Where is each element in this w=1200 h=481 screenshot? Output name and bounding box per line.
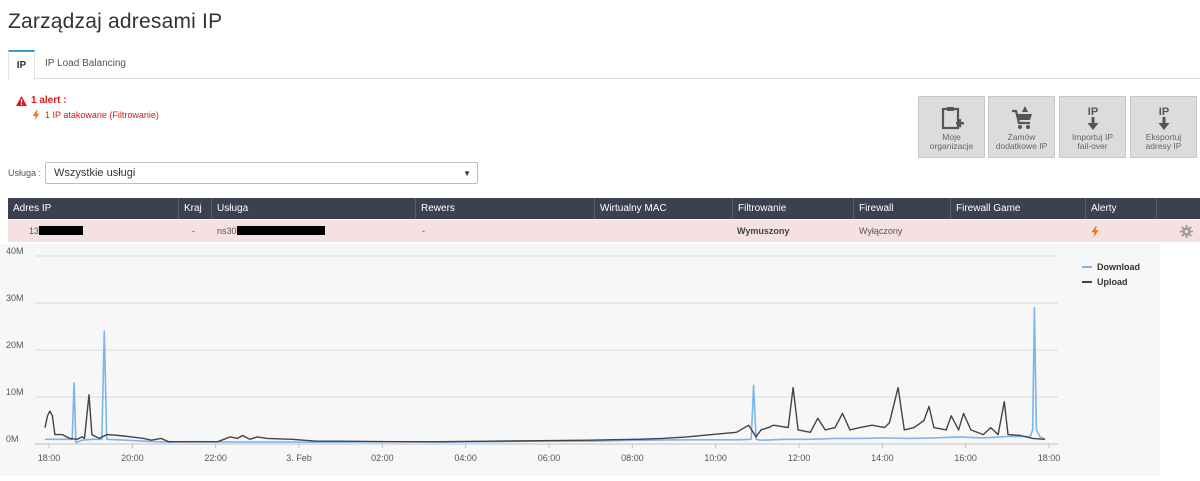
alert-message-text: 1 IP atakowane (Filtrowanie) <box>45 110 159 120</box>
y-tick-label: 30M <box>6 293 24 303</box>
service-filter-label: Usługa : <box>8 168 42 178</box>
service-prefix: ns30 <box>217 226 237 236</box>
x-tick-label: 18:00 <box>1038 453 1061 463</box>
ip-address-prefix: 13 <box>29 226 40 236</box>
import-ip-icon: IP <box>1087 106 1098 130</box>
traffic-chart: 0M 10M 20M 30M 40M 18:00 20:00 22:00 3. Feb 02:00… <box>0 244 1160 476</box>
legend-item-download[interactable]: Download <box>1082 262 1140 272</box>
x-tick-label: 16:00 <box>954 453 977 463</box>
traffic-chart-svg: 0M 10M 20M 30M 40M 18:00 20:00 22:00 3. Feb 02:00… <box>6 246 1061 463</box>
alert-message[interactable]: 1 IP atakowane (Filtrowanie) <box>32 110 159 120</box>
bolt-icon <box>1091 226 1099 237</box>
legend-item-upload[interactable]: Upload <box>1082 277 1140 287</box>
column-ip-address[interactable]: Adres IP <box>8 198 179 219</box>
legend-swatch-download <box>1082 266 1092 268</box>
tab-bar: IP IP Load Balancing <box>8 50 1200 80</box>
column-filtering[interactable]: Filtrowanie <box>733 198 854 219</box>
legend-label-upload: Upload <box>1097 277 1128 287</box>
cell-service[interactable]: ns30 <box>217 220 325 242</box>
y-tick-label: 20M <box>6 340 24 350</box>
x-tick-label: 22:00 <box>204 453 227 463</box>
column-firewall-game[interactable]: Firewall Game <box>951 198 1086 219</box>
x-tick-label: 04:00 <box>454 453 477 463</box>
svg-text:IP: IP <box>1087 106 1097 118</box>
alert-title-text: 1 alert : <box>31 95 67 106</box>
y-tick-label: 10M <box>6 387 24 397</box>
x-tick-label: 3. Feb <box>286 453 312 463</box>
x-tick-label: 18:00 <box>38 453 61 463</box>
order-ip-button[interactable]: Zamów dodatkowe IP <box>988 96 1055 158</box>
service-filter: Usługa : Wszystkie usługi ▼ <box>8 162 479 184</box>
chart-legend: Download Upload <box>1082 262 1140 292</box>
y-tick-label: 0M <box>6 434 19 444</box>
import-ip-button[interactable]: IP Importuj IP fail-over <box>1059 96 1126 158</box>
order-ip-label-2: dodatkowe IP <box>995 141 1048 151</box>
legend-label-download: Download <box>1097 262 1140 272</box>
column-alerts[interactable]: Alerty <box>1086 198 1157 219</box>
cell-reverse: - <box>422 226 425 236</box>
warning-icon <box>16 95 27 106</box>
y-tick-label: 40M <box>6 246 24 256</box>
redacted-block <box>39 226 84 235</box>
x-tick-label: 12:00 <box>788 453 811 463</box>
service-select[interactable]: Wszystkie usługi ▼ <box>45 162 479 184</box>
service-select-value: Wszystkie usługi <box>54 167 136 179</box>
my-organizations-button[interactable]: Moje organizacje <box>918 96 985 158</box>
x-tick-label: 02:00 <box>371 453 394 463</box>
x-tick-label: 20:00 <box>121 453 144 463</box>
bolt-icon <box>32 110 40 120</box>
x-tick-label: 10:00 <box>704 453 727 463</box>
import-ip-label-2: fail-over <box>1077 141 1108 151</box>
column-firewall[interactable]: Firewall <box>854 198 951 219</box>
column-reverse[interactable]: Rewers <box>416 198 595 219</box>
series-line-upload[interactable] <box>44 386 1046 443</box>
redacted-block <box>236 226 325 235</box>
x-tick-label: 08:00 <box>621 453 644 463</box>
tab-ip[interactable]: IP <box>8 50 35 80</box>
cart-icon <box>1011 106 1032 129</box>
chevron-down-icon: ▼ <box>463 169 472 178</box>
export-ip-icon: IP <box>1158 106 1169 130</box>
cell-ip-address: 13 <box>29 220 84 242</box>
export-ip-button[interactable]: IP Eksportuj adresy IP <box>1130 96 1197 158</box>
page-title: Zarządzaj adresami IP <box>8 10 223 33</box>
clipboard-add-icon <box>941 107 964 130</box>
series-line-download[interactable] <box>45 306 1046 444</box>
svg-text:IP: IP <box>1158 106 1168 118</box>
gear-icon <box>1180 225 1193 238</box>
cell-alerts[interactable] <box>1091 226 1099 238</box>
row-settings[interactable] <box>1180 225 1193 238</box>
x-tick-label: 06:00 <box>538 453 561 463</box>
tab-ip-load-balancing[interactable]: IP Load Balancing <box>45 50 126 79</box>
table-row[interactable]: 13 - ns30 - Wymuszony Wyłączony <box>8 220 1200 242</box>
column-country[interactable]: Kraj <box>179 198 212 219</box>
cell-firewall: Wyłączony <box>859 226 903 236</box>
column-virtual-mac[interactable]: Wirtualny MAC <box>595 198 733 219</box>
x-tick-label: 14:00 <box>871 453 894 463</box>
alert-block: 1 alert : 1 IP atakowane (Filtrowanie) <box>16 95 159 120</box>
my-organizations-label-2: organizacje <box>929 141 974 151</box>
alert-title: 1 alert : <box>16 95 159 106</box>
cell-country: - <box>192 226 195 236</box>
legend-swatch-upload <box>1082 281 1092 283</box>
table-header: Adres IP Kraj Usługa Rewers Wirtualny MA… <box>8 198 1200 219</box>
cell-filtering: Wymuszony <box>737 226 790 236</box>
column-service[interactable]: Usługa <box>212 198 416 219</box>
export-ip-label-2: adresy IP <box>1145 141 1182 151</box>
